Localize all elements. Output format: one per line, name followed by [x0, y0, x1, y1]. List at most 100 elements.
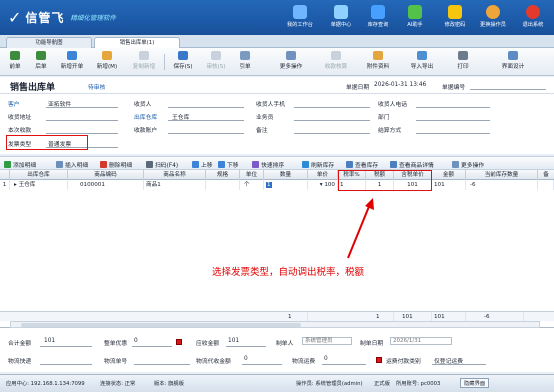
cell-code[interactable]: 0100001 — [68, 180, 144, 190]
copy-add-button[interactable]: 复制新增 — [126, 51, 162, 74]
invoice-type-highlight-box — [6, 135, 88, 150]
total-amount-underline — [40, 346, 92, 347]
product-detail-icon — [390, 161, 397, 168]
cell-name[interactable]: 商品1 — [144, 180, 206, 190]
insert-row-button[interactable]: 插入明细 — [56, 160, 88, 169]
move-up-icon — [192, 161, 199, 168]
ai-assistant-icon — [408, 5, 422, 19]
nav-workbench[interactable]: 我的工作台 — [285, 5, 315, 35]
arrow-left-icon — [10, 51, 20, 60]
grid-more-ops-button[interactable]: 更多操作 — [452, 160, 484, 169]
copy-icon — [139, 51, 149, 60]
import-export-button[interactable]: 导入导出 — [406, 51, 438, 74]
nav-stock-query[interactable]: 库存查询 — [363, 5, 393, 35]
document-icon — [334, 5, 348, 19]
new-order-button[interactable]: 新增开单 — [56, 51, 88, 74]
cell-spec[interactable] — [206, 180, 240, 190]
nav-exit[interactable]: 退出系统 — [518, 5, 548, 35]
hide-ui-button[interactable]: 隐藏界面 — [460, 378, 490, 388]
prev-doc-button[interactable]: 前单 — [4, 51, 26, 74]
attachment-button[interactable]: 附件资料 — [362, 51, 394, 74]
logistics-no-field[interactable] — [134, 364, 190, 365]
col-note[interactable]: 备 — [538, 170, 554, 180]
col-unit[interactable]: 单位 — [240, 170, 264, 180]
department-label: 部门 — [378, 115, 390, 121]
col-amount[interactable]: 金额 — [432, 170, 466, 180]
scan-button[interactable]: 扫码(F4) — [146, 160, 178, 169]
more-icon — [286, 51, 296, 60]
more-ops-button[interactable]: 更多操作 — [274, 51, 308, 74]
nav-switch-operator[interactable]: 更换操作员 — [478, 5, 508, 35]
quick-sort-button[interactable]: 快速排序 — [252, 160, 284, 169]
col-price[interactable]: 单价 — [308, 170, 338, 180]
col-warehouse[interactable]: 出库仓库 — [10, 170, 68, 180]
this-receipt-field[interactable] — [46, 133, 118, 134]
freight-type-flag-icon[interactable] — [376, 357, 382, 363]
col-code[interactable]: 商品编码 — [68, 170, 144, 180]
discount-flag-icon[interactable] — [176, 339, 182, 345]
cell-stock: -6 — [466, 180, 538, 190]
row-index: 1 — [0, 180, 10, 190]
settlement-label: 结算方式 — [378, 128, 402, 134]
remark-field[interactable] — [294, 133, 370, 134]
tab-sales-outbound[interactable]: 销售出库单(1) — [94, 37, 180, 48]
audit-button[interactable]: 审核(S) — [202, 51, 230, 74]
nav-change-password[interactable]: 修改密码 — [440, 5, 470, 35]
shipper-field[interactable] — [168, 107, 244, 108]
product-detail-button[interactable]: 查看商品详情 — [390, 160, 434, 169]
nav-ai-assistant[interactable]: AI助手 — [400, 5, 430, 35]
scrollbar-thumb[interactable] — [21, 323, 301, 327]
settlement-field[interactable] — [416, 133, 490, 134]
cell-amount[interactable]: 101 — [432, 180, 466, 190]
horizontal-scrollbar[interactable] — [10, 321, 540, 328]
department-field[interactable] — [416, 120, 490, 121]
tab-bar: 功能导航图 销售出库单(1) — [0, 35, 554, 48]
freight-type-underline — [432, 364, 486, 365]
col-name[interactable]: 商品名称 — [144, 170, 206, 180]
user-icon — [486, 5, 500, 19]
print-icon — [458, 51, 468, 60]
add-row-button[interactable]: 添加明细 — [4, 160, 36, 169]
tab-function-map[interactable]: 功能导航图 — [6, 37, 92, 48]
print-button[interactable]: 打印 — [452, 51, 474, 74]
save-button[interactable]: 保存(S) — [168, 51, 198, 74]
address-field[interactable] — [46, 120, 118, 121]
date-value[interactable]: 2026-01-31 13:46 — [374, 82, 426, 88]
import-order-icon — [240, 51, 250, 60]
add-button[interactable]: 新增(M) — [92, 51, 122, 74]
cell-warehouse[interactable]: ▸ 王仓库 — [10, 180, 68, 190]
doc-number-field[interactable] — [470, 89, 546, 90]
shipper-label: 收货人 — [134, 102, 152, 108]
shipper-phone-field[interactable] — [294, 107, 370, 108]
delete-row-button[interactable]: 删除明细 — [100, 160, 132, 169]
view-stock-button[interactable]: 查看库存 — [346, 160, 378, 169]
col-stock[interactable]: 当前库存数量 — [466, 170, 538, 180]
logistics-fee-value[interactable]: 0 — [244, 356, 248, 362]
cell-price[interactable]: ▾ 100 — [308, 180, 338, 190]
next-doc-button[interactable]: 后单 — [30, 51, 52, 74]
logistics-field[interactable] — [40, 364, 92, 365]
move-up-button[interactable]: 上移 — [192, 160, 213, 169]
col-spec[interactable]: 规格 — [206, 170, 240, 180]
receipt-account-field[interactable] — [168, 133, 244, 134]
refresh-icon — [302, 161, 309, 168]
table-row[interactable]: 1 ▸ 王仓库 0100001 商品1 个 1 ▾ 100 1 1 101 10… — [0, 180, 554, 190]
discount-value[interactable]: 0 — [134, 338, 138, 344]
cell-qty[interactable]: 1 — [264, 180, 308, 190]
col-qty[interactable]: 数量 — [264, 170, 308, 180]
import-order-button[interactable]: 引单 — [234, 51, 256, 74]
payment-button[interactable]: 收款核算 — [320, 51, 352, 74]
salesman-field[interactable] — [294, 120, 370, 121]
cell-note[interactable] — [538, 180, 554, 190]
ui-design-button[interactable]: 界面设计 — [496, 51, 530, 74]
add-icon — [102, 51, 112, 60]
freight-value[interactable]: 0 — [324, 356, 328, 362]
contact-phone-field[interactable] — [416, 107, 490, 108]
cell-unit[interactable]: 个 — [240, 180, 264, 190]
nav-document-center[interactable]: 单据中心 — [326, 5, 356, 35]
warehouse-icon — [371, 5, 385, 19]
import-export-icon — [417, 51, 427, 60]
logistics-fee-underline — [242, 364, 282, 365]
move-down-button[interactable]: 下移 — [218, 160, 239, 169]
refresh-stock-button[interactable]: 刷新库存 — [302, 160, 334, 169]
